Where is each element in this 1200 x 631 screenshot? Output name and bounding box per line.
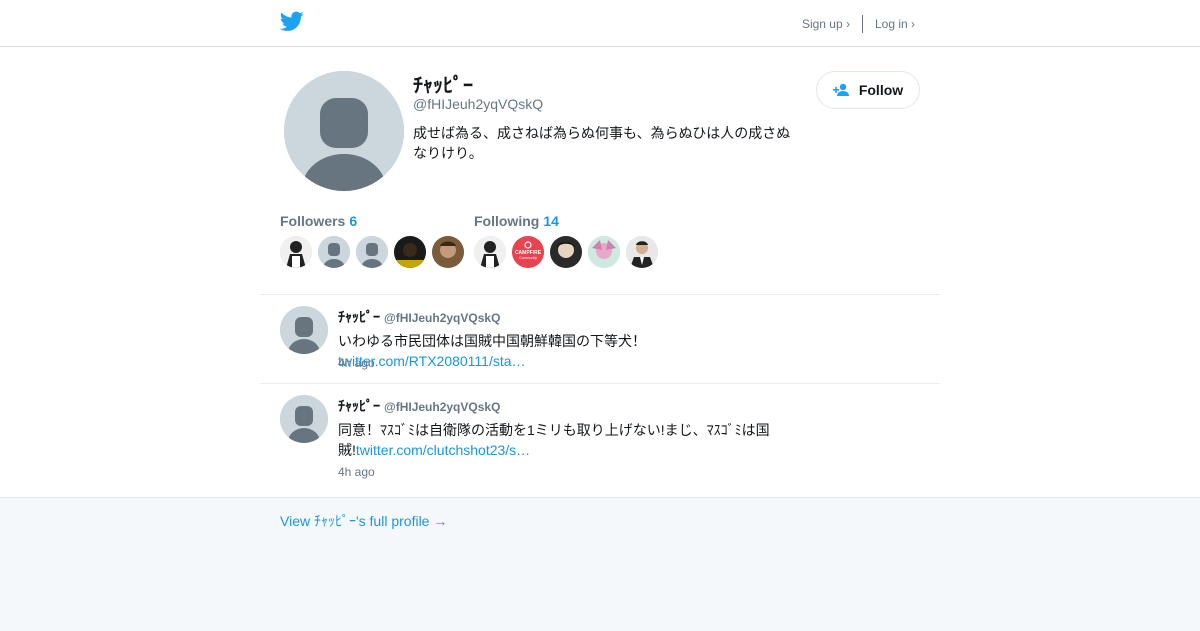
following-avatar[interactable]	[588, 236, 620, 268]
tweet-author-name[interactable]: ﾁｬｯﾋﾟｰ	[338, 309, 380, 325]
following-label: Following	[474, 213, 540, 229]
tweet-text: 同意！ﾏｽｺﾞﾐは自衛隊の活動を1ミリも取り上げない!まじ、ﾏｽｺﾞﾐは国賊!t…	[338, 420, 808, 460]
tweet-avatar[interactable]	[280, 306, 328, 354]
following-avatar[interactable]	[626, 236, 658, 268]
campfire-sub: Community	[519, 256, 537, 260]
tweet-author-handle[interactable]: @fHIJeuh2yqVQskQ	[384, 400, 500, 414]
follower-avatar[interactable]	[432, 236, 464, 268]
followers-stat[interactable]: Followers 6	[280, 213, 357, 229]
login-link[interactable]: Log in ›	[875, 17, 915, 31]
tweet-author-handle[interactable]: @fHIJeuh2yqVQskQ	[384, 311, 500, 325]
tweet-avatar[interactable]	[280, 395, 328, 443]
follower-avatar[interactable]	[318, 236, 350, 268]
follow-label: Follow	[858, 82, 904, 98]
followers-count: 6	[349, 213, 358, 229]
following-avatar[interactable]	[474, 236, 506, 268]
follower-avatar[interactable]	[394, 236, 426, 268]
signup-link[interactable]: Sign up ›	[802, 17, 850, 31]
following-count: 14	[543, 213, 559, 229]
following-avatar-campfire[interactable]: CAMPFIRE Community	[512, 236, 544, 268]
twitter-bird-icon[interactable]	[280, 11, 304, 32]
tweet-timestamp[interactable]: 4h ago	[338, 465, 375, 479]
default-avatar-icon	[280, 306, 328, 354]
tweet-list: ﾁｬｯﾋﾟｰ @fHIJeuh2yqVQskQ いわゆる市民団体は国賊中国朝鮮韓国…	[260, 294, 940, 497]
tweet-header: ﾁｬｯﾋﾟｰ @fHIJeuh2yqVQskQ	[338, 396, 500, 416]
tweet-timestamp[interactable]: 4h ago	[338, 356, 375, 370]
tweet-link[interactable]: twitter.com/clutchshot23/s…	[356, 442, 530, 458]
default-avatar-icon	[280, 395, 328, 443]
view-full-profile-link[interactable]: View ﾁｬｯﾋﾟｰ's full profile →	[280, 511, 447, 531]
divider	[861, 15, 863, 33]
profile-bio: 成せば為る、成さねば為らぬ何事も、為らぬひは人の成さぬなりけり。	[413, 125, 791, 161]
auth-links: Sign up › Log in ›	[802, 15, 915, 33]
follower-avatar[interactable]	[356, 236, 388, 268]
follow-button[interactable]: Follow	[816, 71, 920, 109]
following-stat[interactable]: Following 14	[474, 213, 559, 229]
profile-name: ﾁｬｯﾋﾟｰ	[413, 75, 473, 97]
tweet-header: ﾁｬｯﾋﾟｰ @fHIJeuh2yqVQskQ	[338, 307, 500, 327]
followers-thumbnails	[280, 236, 470, 268]
default-avatar-icon	[284, 71, 404, 191]
followers-label: Followers	[280, 213, 346, 229]
tweet-body: いわゆる市民団体は国賊中国朝鮮韓国の下等犬！	[338, 333, 646, 349]
footer: View ﾁｬｯﾋﾟｰ's full profile →	[0, 497, 1200, 631]
follower-avatar[interactable]	[280, 236, 312, 268]
profile-avatar[interactable]	[284, 71, 404, 191]
top-bar: Sign up › Log in ›	[0, 0, 1200, 47]
add-user-icon	[832, 83, 849, 96]
following-thumbnails: CAMPFIRE Community	[474, 236, 664, 268]
profile-handle[interactable]: @fHIJeuh2yqVQskQ	[413, 96, 543, 112]
tweet-author-name[interactable]: ﾁｬｯﾋﾟｰ	[338, 398, 380, 414]
tweet-text: いわゆる市民団体は国賊中国朝鮮韓国の下等犬！twitter.com/RTX208…	[338, 331, 808, 371]
following-avatar[interactable]	[550, 236, 582, 268]
tweet[interactable]: ﾁｬｯﾋﾟｰ @fHIJeuh2yqVQskQ 同意！ﾏｽｺﾞﾐは自衛隊の活動を1…	[260, 383, 940, 497]
tweet[interactable]: ﾁｬｯﾋﾟｰ @fHIJeuh2yqVQskQ いわゆる市民団体は国賊中国朝鮮韓国…	[260, 294, 940, 383]
